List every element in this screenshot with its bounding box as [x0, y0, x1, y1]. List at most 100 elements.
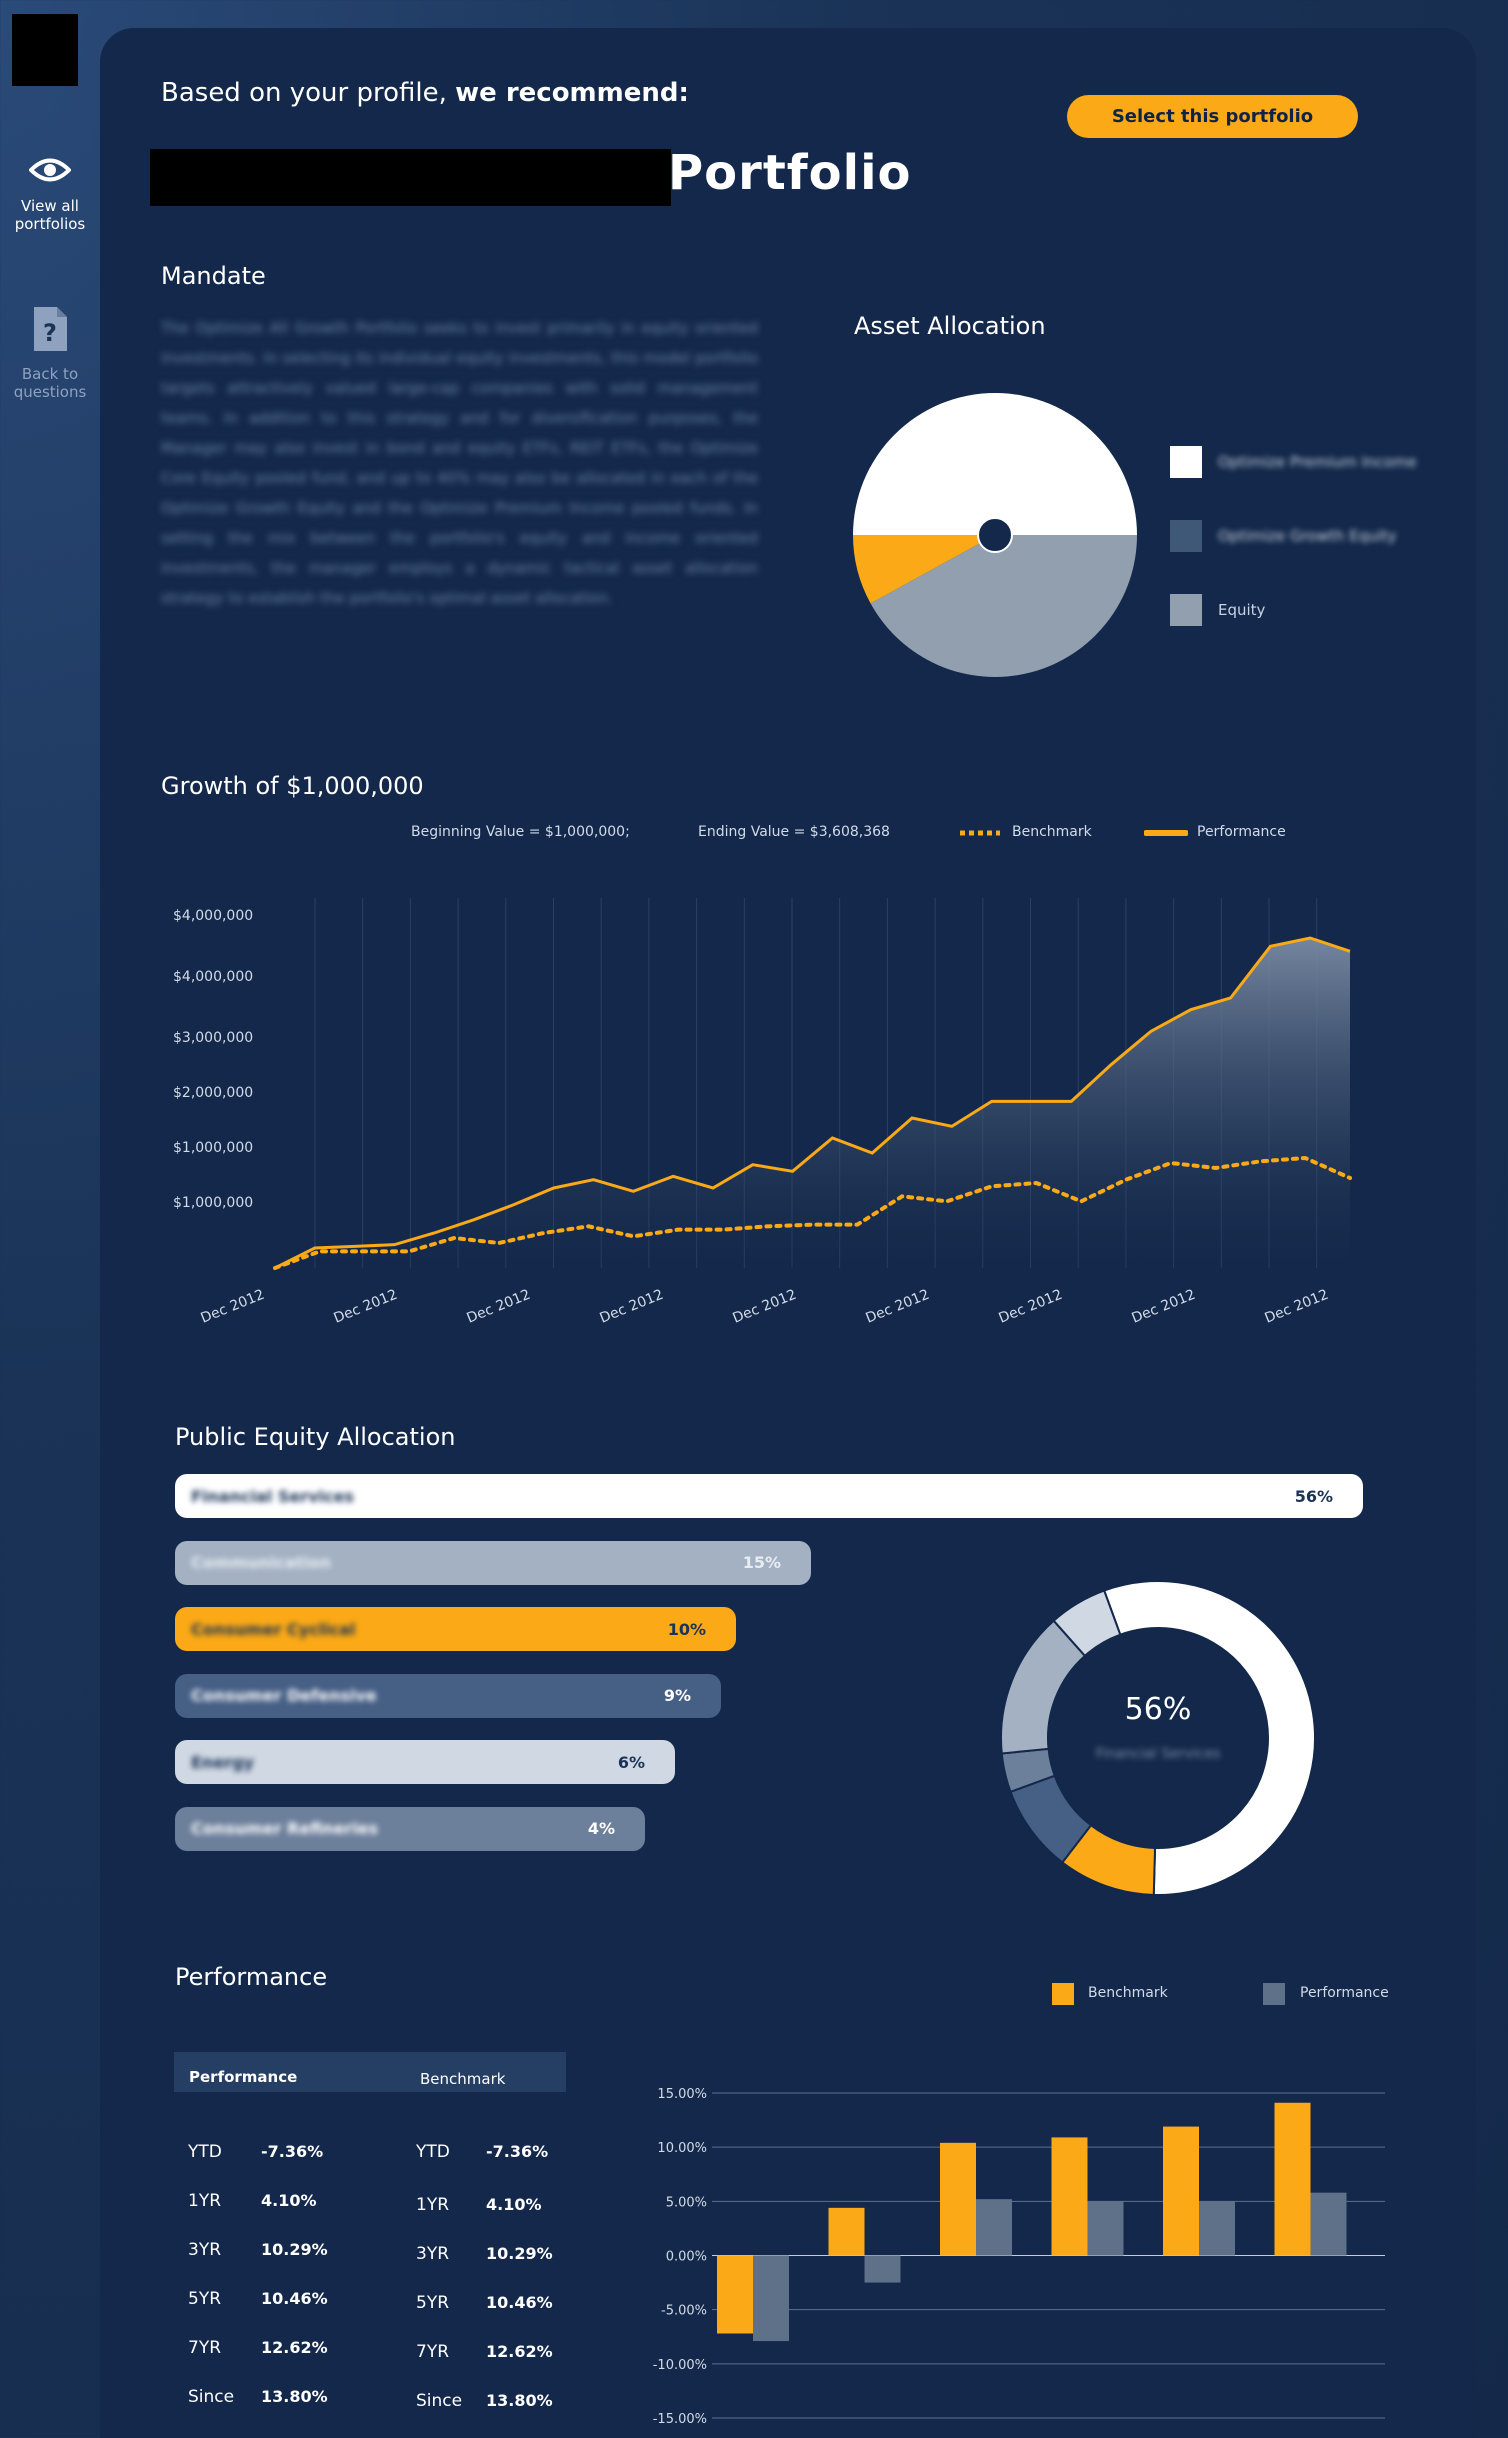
row-period: YTD [416, 2142, 450, 2162]
x-tick-label: Dec 2012 [1263, 1287, 1331, 1327]
sidebar: View all portfolios ? Back to questions [0, 0, 100, 2438]
legend-swatch [1170, 594, 1202, 626]
performance-bar [1087, 2201, 1124, 2256]
performance-bar [753, 2255, 789, 2342]
row-value: 4.10% [486, 2195, 542, 2214]
main-panel: Based on your profile, we recommend: Sel… [100, 28, 1476, 2438]
equity-bar-name: Consumer Refineries [191, 1819, 379, 1838]
performance-bar [976, 2199, 1012, 2256]
portfolio-title: Portfolio [668, 145, 912, 201]
asset-allocation-heading: Asset Allocation [854, 312, 1046, 340]
select-portfolio-button[interactable]: Select this portfolio [1067, 95, 1358, 138]
table-head-performance: Performance [189, 2068, 298, 2086]
legend-label: Optimize Growth Equity [1218, 527, 1397, 545]
performance-heading: Performance [175, 1963, 328, 1991]
legend-label: Equity [1218, 601, 1266, 619]
benchmark-bar [828, 2207, 865, 2256]
benchmark-row: YTD -7.36% [416, 2142, 548, 2162]
row-value: 10.29% [486, 2244, 553, 2263]
y-tick-label: -15.00% [653, 2412, 707, 2427]
legend-swatch [1170, 520, 1202, 552]
row-period: 7YR [416, 2342, 450, 2362]
view-all-label: View all portfolios [14, 197, 86, 233]
mandate-text: The Optimize All Growth Portfolio seeks … [161, 319, 758, 607]
row-period: 1YR [416, 2195, 450, 2215]
legend-swatch [1170, 446, 1202, 478]
row-value: -7.36% [486, 2142, 549, 2161]
pie-center-hole [977, 517, 1013, 553]
y-tick-label: $4,000,000 [173, 969, 253, 985]
benchmark-legend-line [960, 830, 1000, 836]
performance-bar [864, 2255, 901, 2283]
x-tick-label: Dec 2012 [997, 1287, 1065, 1327]
pie-slice [853, 393, 1137, 535]
row-period: 1YR [188, 2191, 222, 2211]
performance-legend-text: Performance [1300, 1985, 1389, 2001]
row-value: 4.10% [261, 2191, 317, 2210]
row-value: -7.36% [261, 2142, 324, 2161]
row-value: 12.62% [486, 2342, 553, 2361]
equity-bar-pct: 10% [667, 1619, 706, 1639]
row-period: 5YR [416, 2293, 450, 2313]
table-head-benchmark: Benchmark [420, 2070, 506, 2088]
equity-bar-pct: 56% [1294, 1486, 1333, 1506]
y-tick-label: 10.00% [657, 2141, 707, 2156]
y-tick-label: $1,000,000 [173, 1140, 253, 1156]
x-tick-label: Dec 2012 [465, 1287, 533, 1327]
benchmark-row: 5YR 10.46% [416, 2293, 553, 2313]
row-value: 10.46% [261, 2289, 328, 2308]
question-document-icon: ? [34, 307, 67, 351]
mandate-heading: Mandate [161, 262, 266, 290]
row-value: 10.46% [486, 2293, 553, 2312]
benchmark-legend-text: Benchmark [1088, 1985, 1168, 2001]
recommend-heading: Based on your profile, we recommend: [161, 78, 689, 108]
equity-bar-name: Financial Services [191, 1486, 354, 1506]
y-tick-label: $3,000,000 [173, 1030, 253, 1046]
performance-row: YTD -7.36% [188, 2142, 323, 2162]
x-tick-label: Dec 2012 [864, 1287, 932, 1327]
svg-text:?: ? [43, 319, 57, 347]
view-all-portfolios-button[interactable]: View all portfolios [0, 155, 100, 233]
donut-center-value: 56% [1124, 1692, 1192, 1727]
equity-donut [1000, 1580, 1316, 1896]
benchmark-legend-label: Benchmark [1012, 824, 1092, 840]
row-period: 7YR [188, 2338, 222, 2358]
row-period: 3YR [416, 2244, 450, 2264]
y-tick-label: $1,000,000 [173, 1195, 253, 1211]
row-period: 5YR [188, 2289, 222, 2309]
donut-center-label: Financial Services [1095, 1746, 1221, 1762]
equity-bar: Energy 6% [175, 1740, 675, 1784]
row-value: 13.80% [486, 2391, 553, 2410]
y-tick-label: 15.00% [657, 2087, 707, 2102]
performance-bar [1199, 2201, 1235, 2256]
row-period: Since [188, 2387, 235, 2407]
asset-allocation-pie [853, 393, 1137, 677]
equity-bar: Communication 15% [175, 1540, 811, 1585]
y-tick-label: 0.00% [666, 2250, 707, 2265]
y-tick-label: -5.00% [661, 2304, 707, 2319]
benchmark-bar [717, 2255, 753, 2334]
x-tick-label: Dec 2012 [731, 1287, 799, 1327]
eye-icon [28, 158, 72, 182]
performance-bar [1310, 2192, 1347, 2256]
row-value: 13.80% [261, 2387, 328, 2406]
performance-legend-label: Performance [1197, 824, 1286, 840]
equity-bar-pct: 4% [587, 1819, 615, 1838]
equity-bar-pct: 6% [617, 1752, 645, 1772]
equity-bar: Consumer Defensive 9% [175, 1673, 721, 1718]
performance-row: 3YR 10.29% [188, 2240, 328, 2260]
legend-item: Optimize Premium Income [1170, 446, 1417, 478]
equity-bar-name: Consumer Defensive [191, 1686, 377, 1705]
performance-area [275, 938, 1350, 1268]
benchmark-row: 1YR 4.10% [416, 2195, 542, 2215]
row-value: 10.29% [261, 2240, 328, 2259]
back-to-questions-button[interactable]: ? Back to questions [0, 305, 100, 401]
row-value: 12.62% [261, 2338, 328, 2357]
asset-allocation-legend: Optimize Premium Income Optimize Growth … [1170, 446, 1417, 626]
x-tick-label: Dec 2012 [1130, 1287, 1198, 1327]
y-tick-label: -10.00% [653, 2358, 707, 2373]
legend-label: Optimize Premium Income [1218, 453, 1417, 471]
back-label: Back to questions [13, 365, 87, 401]
ending-value: Ending Value = $3,608,368 [698, 824, 890, 840]
row-period: YTD [188, 2142, 222, 2162]
